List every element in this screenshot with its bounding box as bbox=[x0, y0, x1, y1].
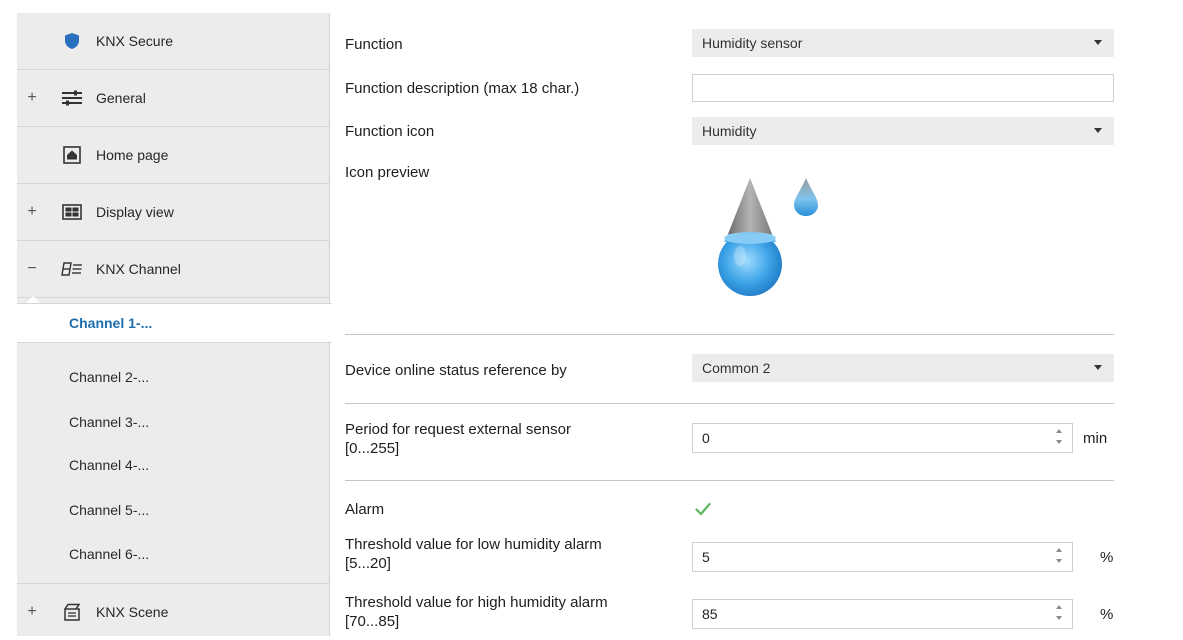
sidebar-item-label: Channel 1-... bbox=[69, 315, 153, 331]
sidebar-item-label: Channel 6-... bbox=[69, 546, 150, 562]
function-select[interactable]: Humidity sensor bbox=[692, 29, 1114, 57]
sidebar-item-label: Channel 2-... bbox=[69, 369, 150, 385]
expand-icon[interactable]: + bbox=[25, 90, 39, 106]
sidebar-item-channel-4[interactable]: Channel 4-... bbox=[17, 446, 329, 484]
sidebar-item-display-view[interactable]: + Display view bbox=[17, 184, 329, 241]
sidebar-item-label: Display view bbox=[96, 204, 174, 220]
sidebar-item-channel-5[interactable]: Channel 5-... bbox=[17, 491, 329, 529]
sidebar-item-label: Home page bbox=[96, 147, 169, 163]
chevron-down-icon bbox=[1094, 365, 1102, 370]
sidebar-item-home-page[interactable]: Home page bbox=[17, 127, 329, 184]
expand-icon[interactable]: + bbox=[25, 604, 39, 620]
request-period-input[interactable]: 0 bbox=[692, 423, 1073, 453]
scene-icon bbox=[61, 602, 83, 622]
icon-preview-label: Icon preview bbox=[345, 164, 430, 181]
check-icon bbox=[695, 502, 711, 516]
sidebar: KNX Secure + General Home page + Display… bbox=[17, 13, 332, 636]
divider bbox=[345, 403, 1114, 404]
sidebar-item-channel-2[interactable]: Channel 2-... bbox=[17, 358, 329, 396]
high-alarm-label-line1: Threshold value for high humidity alarm bbox=[345, 594, 608, 611]
shield-icon bbox=[61, 31, 83, 51]
unit-label: % bbox=[1100, 549, 1114, 566]
function-label: Function bbox=[345, 36, 403, 53]
high-alarm-label: Threshold value for high humidity alarm … bbox=[345, 593, 608, 631]
request-period-label: Period for request external sensor [0...… bbox=[345, 420, 571, 458]
sidebar-item-general[interactable]: + General bbox=[17, 70, 329, 127]
low-alarm-input[interactable]: 5 bbox=[692, 542, 1073, 572]
function-select-value: Humidity sensor bbox=[702, 35, 803, 51]
sidebar-item-label: Channel 3-... bbox=[69, 414, 150, 430]
spinner-arrows-icon[interactable] bbox=[1056, 605, 1064, 623]
unit-label: % bbox=[1100, 606, 1114, 623]
function-icon-label: Function icon bbox=[345, 123, 435, 140]
sidebar-item-channel-3[interactable]: Channel 3-... bbox=[17, 403, 329, 441]
low-alarm-label: Threshold value for low humidity alarm [… bbox=[345, 535, 602, 573]
sidebar-item-label: General bbox=[96, 90, 146, 106]
divider bbox=[345, 334, 1114, 335]
low-alarm-label-range: [5...20] bbox=[345, 555, 391, 572]
low-alarm-value: 5 bbox=[702, 549, 710, 565]
high-alarm-value: 85 bbox=[702, 606, 718, 622]
display-view-icon bbox=[61, 202, 83, 222]
chevron-down-icon bbox=[1094, 40, 1102, 45]
sidebar-item-knx-secure[interactable]: KNX Secure bbox=[17, 13, 329, 70]
divider bbox=[345, 480, 1114, 481]
request-period-label-line1: Period for request external sensor bbox=[345, 421, 571, 438]
sidebar-item-label: KNX Channel bbox=[96, 261, 181, 277]
request-period-value: 0 bbox=[702, 430, 710, 446]
high-alarm-input[interactable]: 85 bbox=[692, 599, 1073, 629]
sidebar-item-label: Channel 5-... bbox=[69, 502, 150, 518]
chevron-down-icon bbox=[1094, 128, 1102, 133]
alarm-label: Alarm bbox=[345, 501, 385, 518]
function-icon-select[interactable]: Humidity bbox=[692, 117, 1114, 145]
sidebar-item-knx-channel[interactable]: − KNX Channel bbox=[17, 241, 329, 298]
online-status-select[interactable]: Common 2 bbox=[692, 354, 1114, 382]
function-description-input[interactable] bbox=[692, 74, 1114, 102]
function-icon-select-value: Humidity bbox=[702, 123, 757, 139]
sidebar-item-label: Channel 4-... bbox=[69, 457, 150, 473]
unit-label: min bbox=[1083, 430, 1108, 447]
alarm-checkbox[interactable] bbox=[692, 498, 714, 520]
online-status-select-value: Common 2 bbox=[702, 360, 771, 376]
expand-icon[interactable]: + bbox=[25, 204, 39, 220]
function-description-label: Function description (max 18 char.) bbox=[345, 80, 580, 97]
request-period-label-range: [0...255] bbox=[345, 440, 400, 457]
collapse-icon[interactable]: − bbox=[25, 261, 39, 277]
spinner-arrows-icon[interactable] bbox=[1056, 429, 1064, 447]
spinner-arrows-icon[interactable] bbox=[1056, 548, 1064, 566]
humidity-drops-icon bbox=[718, 176, 828, 302]
sidebar-item-channel-1[interactable]: Channel 1-... bbox=[17, 303, 332, 343]
sidebar-item-label: KNX Secure bbox=[96, 33, 174, 49]
sidebar-item-channel-6[interactable]: Channel 6-... bbox=[17, 535, 329, 573]
low-alarm-label-line1: Threshold value for low humidity alarm bbox=[345, 536, 602, 553]
channel-icon bbox=[61, 259, 83, 279]
high-alarm-label-range: [70...85] bbox=[345, 613, 400, 630]
online-status-label: Device online status reference by bbox=[345, 362, 567, 379]
home-icon bbox=[61, 145, 83, 165]
sliders-icon bbox=[61, 88, 83, 108]
sidebar-item-knx-scene[interactable]: + KNX Scene bbox=[17, 583, 329, 640]
sidebar-item-label: KNX Scene bbox=[96, 604, 169, 620]
